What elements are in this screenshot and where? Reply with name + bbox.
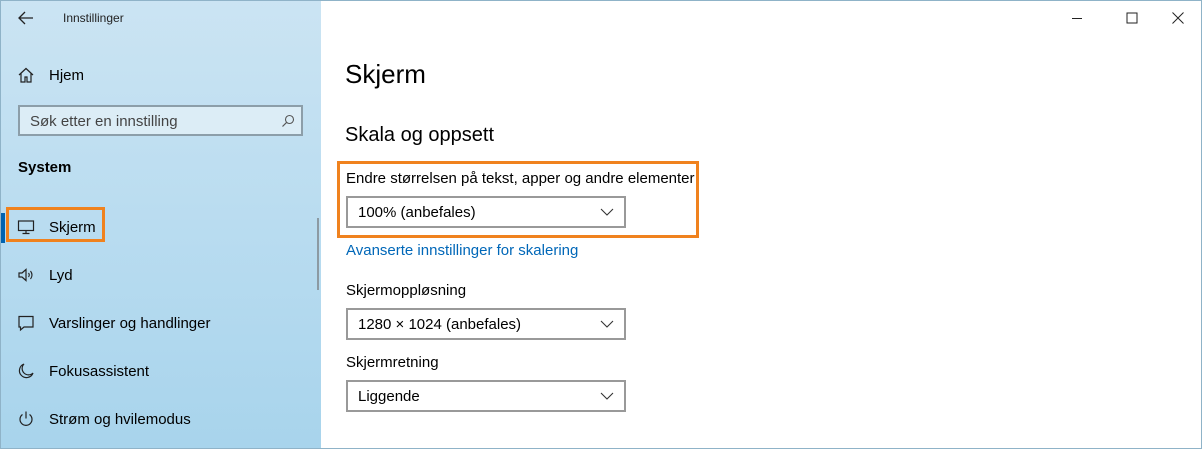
- scale-label: Endre størrelsen på tekst, apper og andr…: [346, 170, 695, 187]
- chevron-down-icon: [600, 392, 614, 400]
- resolution-label: Skjermoppløsning: [346, 282, 467, 299]
- section-heading: Skala og oppsett: [345, 124, 494, 146]
- scale-dropdown[interactable]: 100% (anbefales): [346, 196, 626, 228]
- resolution-value: 1280 × 1024 (anbefales): [358, 316, 522, 333]
- chevron-down-icon: [600, 208, 614, 216]
- sidebar-item-lyd[interactable]: Lyd: [17, 263, 73, 287]
- sidebar-item-home[interactable]: Hjem: [17, 63, 84, 87]
- highlight-box-sidebar: [6, 207, 105, 242]
- search-icon[interactable]: [281, 114, 295, 128]
- speaker-icon: [18, 268, 33, 282]
- notification-icon: [18, 315, 34, 332]
- sidebar-item-strom[interactable]: Strøm og hvilemodus: [17, 407, 191, 431]
- active-indicator: [1, 213, 5, 243]
- sidebar-item-fokusassistent[interactable]: Fokusassistent: [17, 359, 149, 383]
- minimize-icon[interactable]: [1063, 5, 1091, 31]
- close-icon[interactable]: [1164, 5, 1192, 31]
- moon-icon: [18, 363, 34, 379]
- app-title: Innstillinger: [63, 11, 124, 25]
- chevron-down-icon: [600, 320, 614, 328]
- sidebar-item-label: Hjem: [49, 66, 85, 84]
- sidebar-item-label: Varslinger og handlinger: [49, 314, 211, 332]
- resolution-dropdown[interactable]: 1280 × 1024 (anbefales): [346, 308, 626, 340]
- sidebar-item-label: Fokusassistent: [49, 362, 150, 380]
- settings-window: Innstillinger Hjem System Skjerm: [0, 0, 1202, 449]
- sidebar: Innstillinger Hjem System Skjerm: [1, 1, 321, 448]
- maximize-icon[interactable]: [1118, 5, 1146, 31]
- advanced-scaling-link[interactable]: Avanserte innstillinger for skalering: [346, 242, 578, 259]
- sidebar-item-label: Lyd: [49, 266, 73, 284]
- search-input[interactable]: [30, 111, 270, 131]
- page-title: Skjerm: [345, 59, 426, 89]
- orientation-value: Liggende: [358, 388, 420, 405]
- power-icon: [19, 411, 33, 426]
- sidebar-scrollbar[interactable]: [317, 218, 319, 290]
- orientation-label: Skjermretning: [346, 354, 439, 371]
- orientation-dropdown[interactable]: Liggende: [346, 380, 626, 412]
- section-title: System: [18, 159, 72, 176]
- scale-value: 100% (anbefales): [358, 204, 476, 221]
- sidebar-item-label: Strøm og hvilemodus: [49, 410, 191, 428]
- back-arrow-icon[interactable]: [15, 7, 37, 29]
- home-icon: [18, 67, 34, 83]
- main-content: Skjerm Skala og oppsett Endre størrelsen…: [322, 1, 1201, 448]
- sidebar-item-varslinger[interactable]: Varslinger og handlinger: [17, 311, 211, 335]
- search-box[interactable]: [18, 105, 303, 136]
